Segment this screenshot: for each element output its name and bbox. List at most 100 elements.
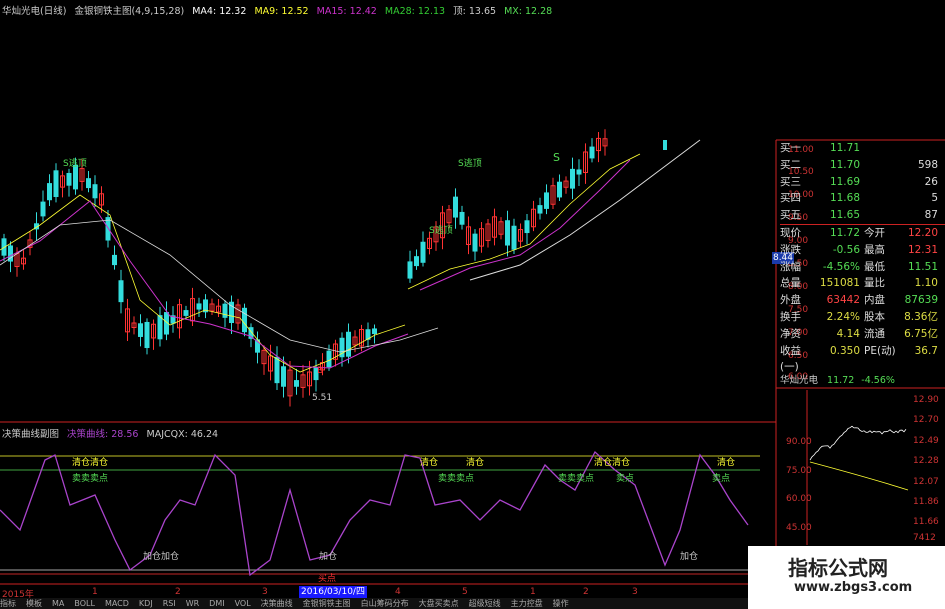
- quote-row: 净资 4.14 流通 6.75亿: [780, 326, 945, 343]
- indicator-name: 金银铜铁主图(4,9,15,28): [74, 6, 185, 17]
- bottom-tab[interactable]: 模板: [26, 599, 42, 608]
- watermark-title: 指标公式网: [788, 556, 888, 580]
- candle-body: [544, 192, 549, 209]
- mini-price: 11.72: [827, 375, 855, 386]
- quote-value: 11.68: [829, 192, 860, 205]
- quote-row: 涨跌 -0.56 最高 12.31: [780, 242, 945, 259]
- quote-value: 11.65: [829, 209, 860, 222]
- quote-row: 换手 2.24% 股本 8.36亿: [780, 309, 945, 326]
- candle-body: [40, 201, 46, 217]
- bottom-tab[interactable]: RSI: [163, 599, 176, 608]
- indicator-header: 决策曲线副图 决策曲线: 28.56 MAJCQX: 46.24: [2, 426, 223, 440]
- quote-label: 收益(一): [780, 344, 801, 374]
- bottom-tab[interactable]: 操作: [553, 599, 569, 608]
- sell-top-label: S逃顶: [63, 159, 87, 169]
- quote-label: 买五: [780, 209, 801, 222]
- buy-signal: 买点: [318, 574, 337, 584]
- quote-value-right: 87: [924, 209, 938, 222]
- decision-curve: [0, 450, 749, 577]
- candle-body: [242, 307, 247, 333]
- candle-body: [346, 331, 351, 357]
- quote-value-right: 598: [917, 158, 938, 171]
- bottom-tab[interactable]: 超级短线: [469, 599, 501, 608]
- sell-signal: 卖点: [712, 474, 731, 484]
- quote-row: 现价 11.72 今开 12.20: [780, 223, 945, 242]
- quote-label-right: 量比: [864, 277, 885, 290]
- bottom-tab[interactable]: 决策曲线: [261, 599, 293, 608]
- watermark: 指标公式网 www.zbgs3.com: [748, 546, 945, 609]
- quote-label: 买三: [780, 175, 801, 188]
- bottom-tab[interactable]: VOL: [235, 599, 251, 608]
- mini-tick: 11.66: [913, 517, 939, 527]
- add-signal: 加仓加仓: [143, 552, 180, 562]
- time-tick: 3: [262, 587, 268, 597]
- candle-body: [144, 321, 150, 349]
- mini-stock-name: 华灿光电: [780, 375, 819, 386]
- bottom-tab[interactable]: 指标: [0, 599, 16, 608]
- bottom-tab[interactable]: WR: [186, 599, 199, 608]
- candle-body: [326, 350, 332, 368]
- sell-top-label: S逃顶: [458, 159, 482, 169]
- candle-body: [222, 303, 228, 318]
- quote-label: 涨跌: [780, 243, 801, 256]
- quote-value: 11.70: [829, 158, 860, 171]
- quote-row: 涨幅 -4.56% 最低 11.51: [780, 259, 945, 276]
- mini-pct: -4.56%: [861, 375, 895, 386]
- quote-value: 11.69: [829, 175, 860, 188]
- quote-row: 买三 11.69 26: [780, 174, 945, 191]
- quote-label: 换手: [780, 310, 801, 323]
- bottom-tab[interactable]: KDJ: [139, 599, 153, 608]
- bottom-tab[interactable]: MACD: [105, 599, 129, 608]
- candle-body: [557, 181, 562, 198]
- sell-signal: 卖卖卖点: [438, 474, 475, 484]
- add-signal: 加仓: [680, 552, 699, 562]
- quote-value: 151081: [819, 277, 860, 290]
- bottom-tab[interactable]: BOLL: [74, 599, 95, 608]
- quote-row: 总量 151081 量比 1.10: [780, 275, 945, 292]
- candle-body: [414, 256, 419, 267]
- candle-body: [524, 220, 530, 234]
- chart-header: 华灿光电(日线) 金银铜铁主图(4,9,15,28) MA4: 12.32 MA…: [2, 3, 557, 17]
- quote-label: 买二: [780, 158, 801, 171]
- candle-body: [663, 140, 667, 150]
- top-value: 顶: 13.65: [453, 6, 497, 17]
- quote-row: 买二 11.70 598: [780, 157, 945, 174]
- ind-tick: 75.00: [786, 466, 812, 476]
- candle-body: [537, 205, 543, 214]
- ma15-value: MA15: 12.42: [316, 6, 377, 17]
- mx-value: MX: 12.28: [504, 6, 553, 17]
- bottom-tab[interactable]: 主力控盘: [511, 599, 543, 608]
- candle-body: [47, 183, 52, 201]
- time-tick: 5: [462, 587, 468, 597]
- mini-tick: 7412: [913, 533, 936, 543]
- quote-label-right: PE(动): [864, 344, 896, 357]
- quote-label-right: [860, 174, 898, 191]
- mini-tick: 11.86: [913, 497, 939, 507]
- sell-signal: 卖卖卖点: [558, 474, 595, 484]
- add-signal: 加仓: [319, 552, 338, 562]
- time-tick: 2: [175, 587, 181, 597]
- bottom-tab[interactable]: 大盘买卖点: [419, 599, 459, 608]
- bottom-tab[interactable]: DMI: [209, 599, 224, 608]
- quote-label: 总量: [780, 277, 801, 290]
- quote-value-right: 12.20: [907, 226, 938, 239]
- quote-label-right: 最低: [864, 260, 885, 273]
- bottom-tab[interactable]: 白山筹码分布: [361, 599, 409, 608]
- bottom-tab[interactable]: 金银铜铁主图: [303, 599, 351, 608]
- sell-label: S: [553, 151, 560, 164]
- candle-body: [92, 184, 98, 199]
- time-tick: 4: [395, 587, 401, 597]
- quote-label-right: 内盘: [864, 294, 885, 307]
- sell-signal: 卖卖卖点: [72, 474, 109, 484]
- mini-tick: 12.28: [913, 456, 939, 466]
- indicator-title: 决策曲线副图: [2, 429, 60, 440]
- quote-label: 买四: [780, 192, 801, 205]
- quote-label-right: 今开: [864, 226, 885, 239]
- quote-value-right: 8.36亿: [904, 310, 938, 323]
- bottom-tab[interactable]: MA: [52, 599, 64, 608]
- candle-body: [274, 356, 280, 384]
- candle-body: [459, 211, 465, 225]
- candle-body: [453, 196, 458, 218]
- quote-value-right: 12.31: [907, 243, 938, 256]
- quote-value-right: 11.51: [907, 260, 938, 273]
